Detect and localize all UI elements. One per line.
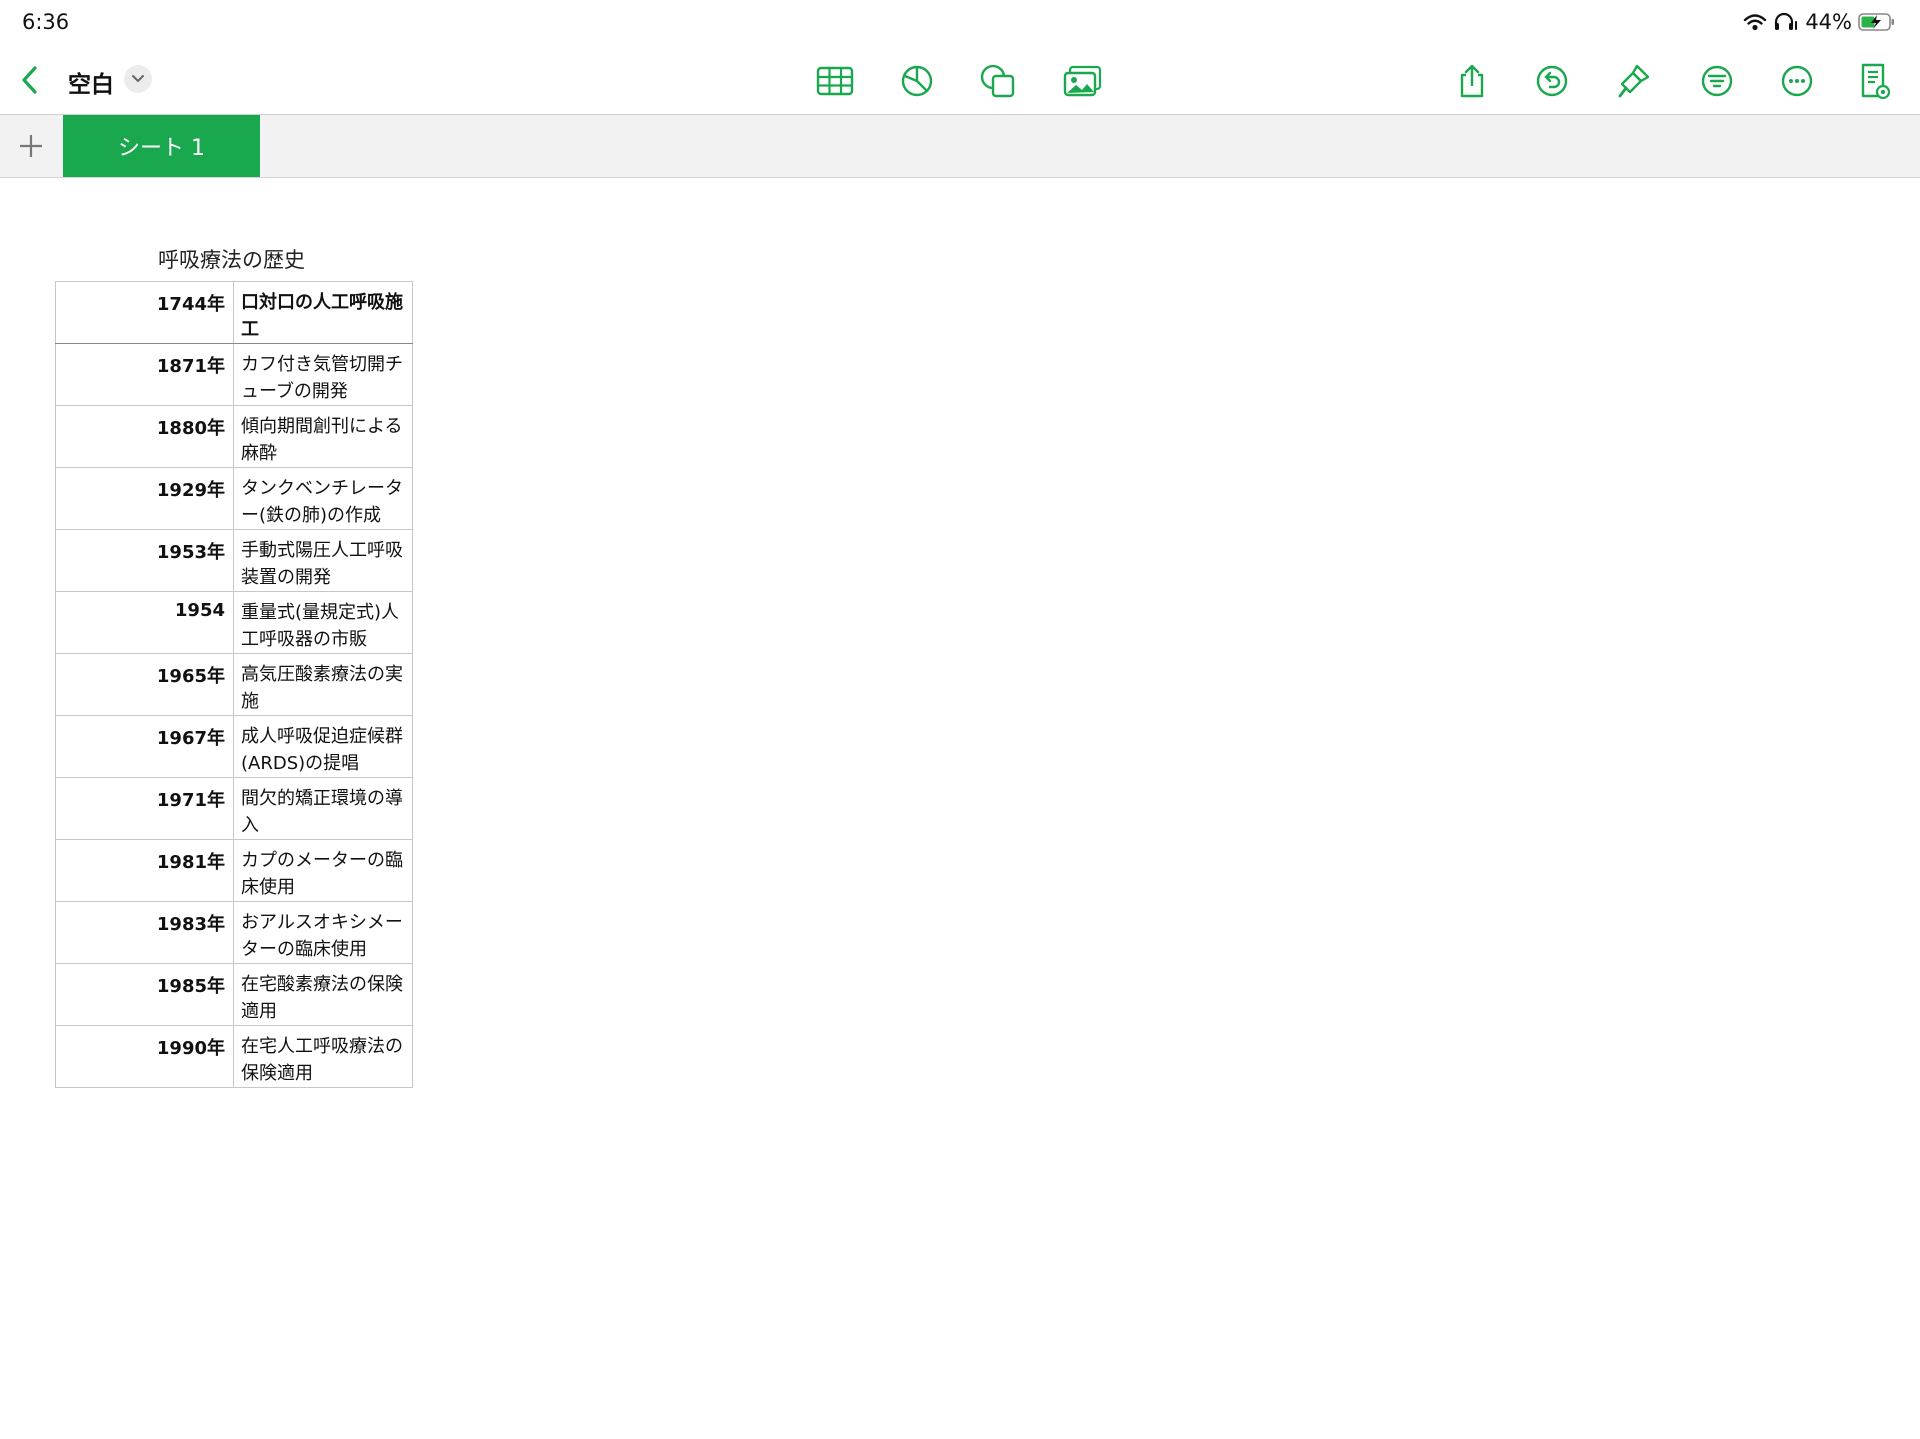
year-cell[interactable]: 1967年: [55, 715, 234, 778]
table-row[interactable]: 1981年 カプのメーターの臨床使用: [55, 839, 413, 902]
status-bar: 6:36 44%: [0, 0, 1920, 48]
event-cell[interactable]: 重量式(量規定式)人工呼吸器の市販: [233, 591, 413, 654]
year-cell[interactable]: 1953年: [55, 529, 234, 592]
table-row[interactable]: 1965年 高気圧酸素療法の実施: [55, 653, 413, 716]
more-icon: [1781, 65, 1813, 97]
event-cell[interactable]: タンクベンチレーター(鉄の肺)の作成: [233, 467, 413, 530]
table-row[interactable]: 1871年 カフ付き気管切開チューブの開発: [55, 343, 413, 406]
event-cell[interactable]: カプのメーターの臨床使用: [233, 839, 413, 902]
headphones-icon: [1773, 12, 1799, 32]
add-sheet-button[interactable]: [0, 115, 62, 177]
table-row[interactable]: 1985年 在宅酸素療法の保険適用: [55, 963, 413, 1026]
header-year-cell[interactable]: 1744年: [55, 281, 234, 344]
organize-icon: [1701, 65, 1733, 97]
table-title[interactable]: 呼吸療法の歴史: [158, 244, 305, 274]
plus-icon: [20, 135, 42, 157]
event-cell[interactable]: 間欠的矯正環境の導入: [233, 777, 413, 840]
event-cell[interactable]: おアルスオキシメーターの臨床使用: [233, 901, 413, 964]
undo-icon: [1536, 65, 1568, 97]
status-indicators: 44%: [1743, 10, 1896, 34]
table-row[interactable]: 1929年 タンクベンチレーター(鉄の肺)の作成: [55, 467, 413, 530]
title-menu-button[interactable]: [124, 65, 152, 93]
insert-shape-button[interactable]: [975, 58, 1021, 104]
year-cell[interactable]: 1990年: [55, 1025, 234, 1088]
insert-table-button[interactable]: [812, 58, 858, 104]
year-cell[interactable]: 1985年: [55, 963, 234, 1026]
battery-charging-icon: [1858, 12, 1896, 32]
year-cell[interactable]: 1971年: [55, 777, 234, 840]
media-icon: [1063, 65, 1102, 97]
table-row[interactable]: 1880年 傾向期間創刊による麻酔: [55, 405, 413, 468]
insert-media-button[interactable]: [1060, 58, 1106, 104]
undo-button[interactable]: [1529, 58, 1575, 104]
organize-button[interactable]: [1694, 58, 1740, 104]
year-cell[interactable]: 1871年: [55, 343, 234, 406]
view-options-button[interactable]: [1852, 58, 1898, 104]
event-cell[interactable]: 傾向期間創刊による麻酔: [233, 405, 413, 468]
table-row[interactable]: 1971年 間欠的矯正環境の導入: [55, 777, 413, 840]
back-chevron-icon: [22, 66, 37, 94]
insert-chart-button[interactable]: [894, 58, 940, 104]
year-cell[interactable]: 1954: [55, 591, 234, 654]
event-cell[interactable]: 手動式陽圧人工呼吸装置の開発: [233, 529, 413, 592]
wifi-icon: [1743, 12, 1767, 32]
share-button[interactable]: [1449, 58, 1495, 104]
table-row[interactable]: 1967年 成人呼吸促迫症候群(ARDS)の提唱: [55, 715, 413, 778]
year-cell[interactable]: 1981年: [55, 839, 234, 902]
sheet-tab-bar: シート 1: [0, 115, 1920, 178]
table-icon: [816, 66, 854, 96]
document-title[interactable]: 空白: [68, 65, 114, 99]
year-cell[interactable]: 1965年: [55, 653, 234, 716]
table-row[interactable]: 1953年 手動式陽圧人工呼吸装置の開発: [55, 529, 413, 592]
format-brush-icon: [1618, 64, 1650, 98]
event-cell[interactable]: カフ付き気管切開チューブの開発: [233, 343, 413, 406]
tab-sheet-1[interactable]: シート 1: [63, 115, 260, 177]
chart-icon: [901, 65, 933, 97]
more-button[interactable]: [1774, 58, 1820, 104]
year-cell[interactable]: 1983年: [55, 901, 234, 964]
shape-icon: [980, 64, 1015, 98]
chevron-down-icon: [132, 75, 144, 83]
format-button[interactable]: [1611, 58, 1657, 104]
table-row[interactable]: 1983年 おアルスオキシメーターの臨床使用: [55, 901, 413, 964]
battery-percent: 44%: [1805, 10, 1852, 34]
table-row[interactable]: 1990年 在宅人工呼吸療法の保険適用: [55, 1025, 413, 1088]
history-table[interactable]: 1744年 口対口の人工呼吸施工 1871年 カフ付き気管切開チューブの開発 188…: [55, 281, 413, 1088]
event-cell[interactable]: 高気圧酸素療法の実施: [233, 653, 413, 716]
share-icon: [1460, 64, 1484, 98]
status-time: 6:36: [22, 10, 70, 34]
event-cell[interactable]: 在宅酸素療法の保険適用: [233, 963, 413, 1026]
year-cell[interactable]: 1880年: [55, 405, 234, 468]
table-header-row[interactable]: 1744年 口対口の人工呼吸施工: [55, 281, 413, 344]
year-cell[interactable]: 1929年: [55, 467, 234, 530]
table-row[interactable]: 1954 重量式(量規定式)人工呼吸器の市販: [55, 591, 413, 654]
back-button[interactable]: [10, 60, 50, 100]
event-cell[interactable]: 在宅人工呼吸療法の保険適用: [233, 1025, 413, 1088]
header-event-cell[interactable]: 口対口の人工呼吸施工: [233, 281, 413, 344]
event-cell[interactable]: 成人呼吸促迫症候群(ARDS)の提唱: [233, 715, 413, 778]
view-options-icon: [1861, 63, 1891, 100]
toolbar: 空白: [0, 48, 1920, 115]
